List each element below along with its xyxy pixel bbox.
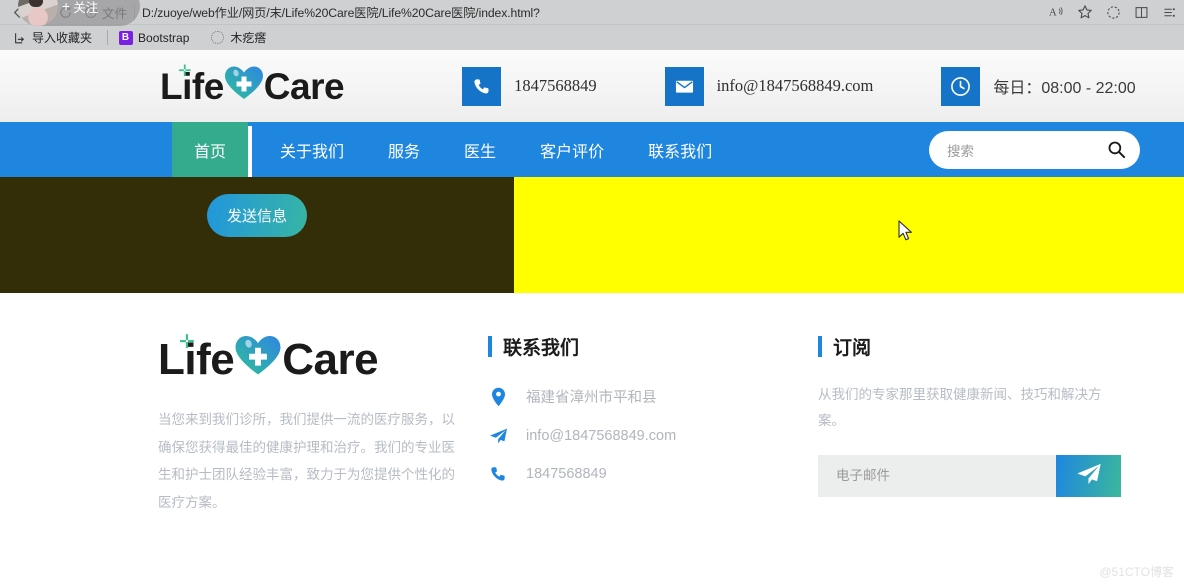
phone-icon: [488, 465, 508, 483]
footer-about-column: ✛ Life Care 当您来到我们诊所，我们提供一流的医疗服务，以确保您获得最佳…: [158, 333, 488, 587]
browser-address-row: 文件 D:/zuoye/web作业/网页/末/Life%20Care医院/Lif…: [0, 0, 1184, 26]
email-address: info@1847568849.com: [716, 76, 874, 95]
plus-icon: +: [62, 0, 71, 14]
footer-subscribe-column: 订阅 从我们的专家那里获取健康新闻、技巧和解决方案。: [818, 333, 1148, 587]
opening-hours: 每日：08:00 - 22:00: [993, 80, 1136, 97]
site-footer: ✛ Life Care 当您来到我们诊所，我们提供一流的医疗服务，以确保您获得最佳…: [0, 293, 1184, 587]
collections-icon[interactable]: [1104, 3, 1122, 21]
paper-plane-icon: [488, 427, 508, 445]
import-icon: [12, 30, 27, 45]
web-page: ✛ Life Care 1847568849 info@1847568849.c…: [0, 50, 1184, 587]
logo-word-care: Care: [263, 65, 345, 107]
clock-icon: [941, 66, 981, 106]
footer-contact-title-text: 联系我们: [503, 338, 580, 359]
site-header: ✛ Life Care 1847568849 info@1847568849.c…: [0, 50, 1184, 122]
header-contact-phone[interactable]: 1847568849: [462, 66, 597, 106]
bookmarks-bar: 导入收藏夹 B Bootstrap 木疙瘩: [0, 24, 1184, 50]
read-aloud-icon[interactable]: A: [1048, 3, 1066, 21]
subscribe-form: [818, 454, 1121, 497]
watermark: @51CTO博客: [1099, 565, 1174, 579]
header-contact-hours: 每日：08:00 - 22:00: [941, 66, 1136, 106]
bookmark-label: 导入收藏夹: [32, 31, 93, 45]
footer-subscribe-title-text: 订阅: [833, 338, 872, 359]
footer-address-text: 福建省漳州市平和县: [526, 390, 657, 406]
footer-description: 当您来到我们诊所，我们提供一流的医疗服务，以确保您获得最佳的健康护理和治疗。我们…: [158, 412, 455, 511]
split-screen-icon[interactable]: [1132, 3, 1150, 21]
nav-item-home[interactable]: 首页: [172, 122, 249, 177]
logo-text: ✛ Life Care: [160, 62, 345, 108]
bootstrap-letter: B: [118, 30, 133, 45]
footer-phone-item[interactable]: 1847568849: [488, 465, 818, 483]
bookmark-mugeda[interactable]: 木疙瘩: [206, 27, 275, 48]
follow-text: 关注: [73, 0, 99, 15]
bookmark-divider: [107, 30, 109, 45]
footer-address-item: 福建省漳州市平和县: [488, 386, 818, 407]
footer-email-text: info@1847568849.com: [526, 428, 677, 444]
loading-spinner-icon: [210, 30, 225, 45]
heart-cross-icon: [233, 333, 283, 386]
phone-number: 1847568849: [514, 76, 597, 95]
footer-contact-column: 联系我们 福建省漳州市平和县 info@1847568849.com 18475…: [488, 333, 818, 587]
bookmark-bootstrap[interactable]: B Bootstrap: [114, 28, 198, 47]
footer-logo[interactable]: ✛ Life Care: [158, 333, 488, 386]
search-icon[interactable]: [1107, 140, 1126, 159]
search-box[interactable]: 搜索: [929, 130, 1140, 169]
logo-word-care: Care: [282, 334, 379, 384]
paper-plane-icon: [1076, 462, 1102, 489]
logo-plus-dot-icon: ✛: [178, 62, 191, 80]
bookmark-import-favorites[interactable]: 导入收藏夹: [8, 27, 101, 48]
footer-subscribe-title: 订阅: [818, 333, 1148, 360]
content-band: 发送信息: [0, 177, 1184, 293]
subscribe-email-input[interactable]: [818, 454, 1056, 497]
avatar: [18, 0, 58, 26]
envelope-icon: [664, 66, 704, 106]
band-yellow-panel: [514, 177, 1184, 293]
bootstrap-badge-icon: B: [118, 30, 133, 45]
title-accent-bar: [488, 336, 492, 357]
browser-chrome: 文件 D:/zuoye/web作业/网页/末/Life%20Care医院/Lif…: [0, 0, 1184, 50]
nav-item-doctors[interactable]: 医生: [442, 122, 518, 177]
subscribe-submit-button[interactable]: [1056, 454, 1121, 497]
bookmark-label: Bootstrap: [138, 30, 190, 45]
phone-icon: [462, 66, 502, 106]
logo-word-life: ✛ Life: [160, 62, 224, 107]
browser-toolbar-icons: A: [1048, 0, 1178, 24]
header-contact-email[interactable]: info@1847568849.com: [664, 66, 874, 106]
title-accent-bar: [818, 336, 822, 357]
svg-text:A: A: [1049, 8, 1057, 19]
bookmark-label: 木疙瘩: [230, 31, 267, 45]
follow-button-label[interactable]: + 关注: [62, 0, 98, 16]
site-logo[interactable]: ✛ Life Care: [160, 62, 345, 108]
footer-phone-text: 1847568849: [526, 466, 607, 482]
url-text[interactable]: D:/zuoye/web作业/网页/末/Life%20Care医院/Life%2…: [142, 3, 540, 21]
main-navigation: 首页 关于我们 服务 医生 客户评价 联系我们 搜索: [0, 122, 1184, 177]
search-input[interactable]: 搜索: [947, 140, 1107, 160]
follow-overlay[interactable]: + 关注: [18, 0, 140, 26]
location-pin-icon: [488, 387, 508, 407]
logo-plus-dot-icon: ✛: [179, 331, 195, 353]
footer-contact-title: 联系我们: [488, 333, 818, 360]
heart-cross-icon: [223, 64, 265, 108]
nav-list: 首页 关于我们 服务 医生 客户评价 联系我们: [172, 122, 734, 177]
send-message-button[interactable]: 发送信息: [207, 194, 307, 237]
nav-item-services[interactable]: 服务: [366, 122, 442, 177]
nav-item-testimonials[interactable]: 客户评价: [518, 122, 626, 177]
browser-settings-icon[interactable]: [1160, 3, 1178, 21]
footer-email-item[interactable]: info@1847568849.com: [488, 427, 818, 445]
favorite-star-icon[interactable]: [1076, 3, 1094, 21]
band-dark-panel: 发送信息: [0, 177, 514, 293]
nav-item-contact[interactable]: 联系我们: [626, 122, 734, 177]
logo-word-life: ✛ Life: [158, 331, 235, 384]
nav-item-about[interactable]: 关于我们: [258, 122, 366, 177]
footer-subscribe-description: 从我们的专家那里获取健康新闻、技巧和解决方案。: [818, 387, 1102, 429]
